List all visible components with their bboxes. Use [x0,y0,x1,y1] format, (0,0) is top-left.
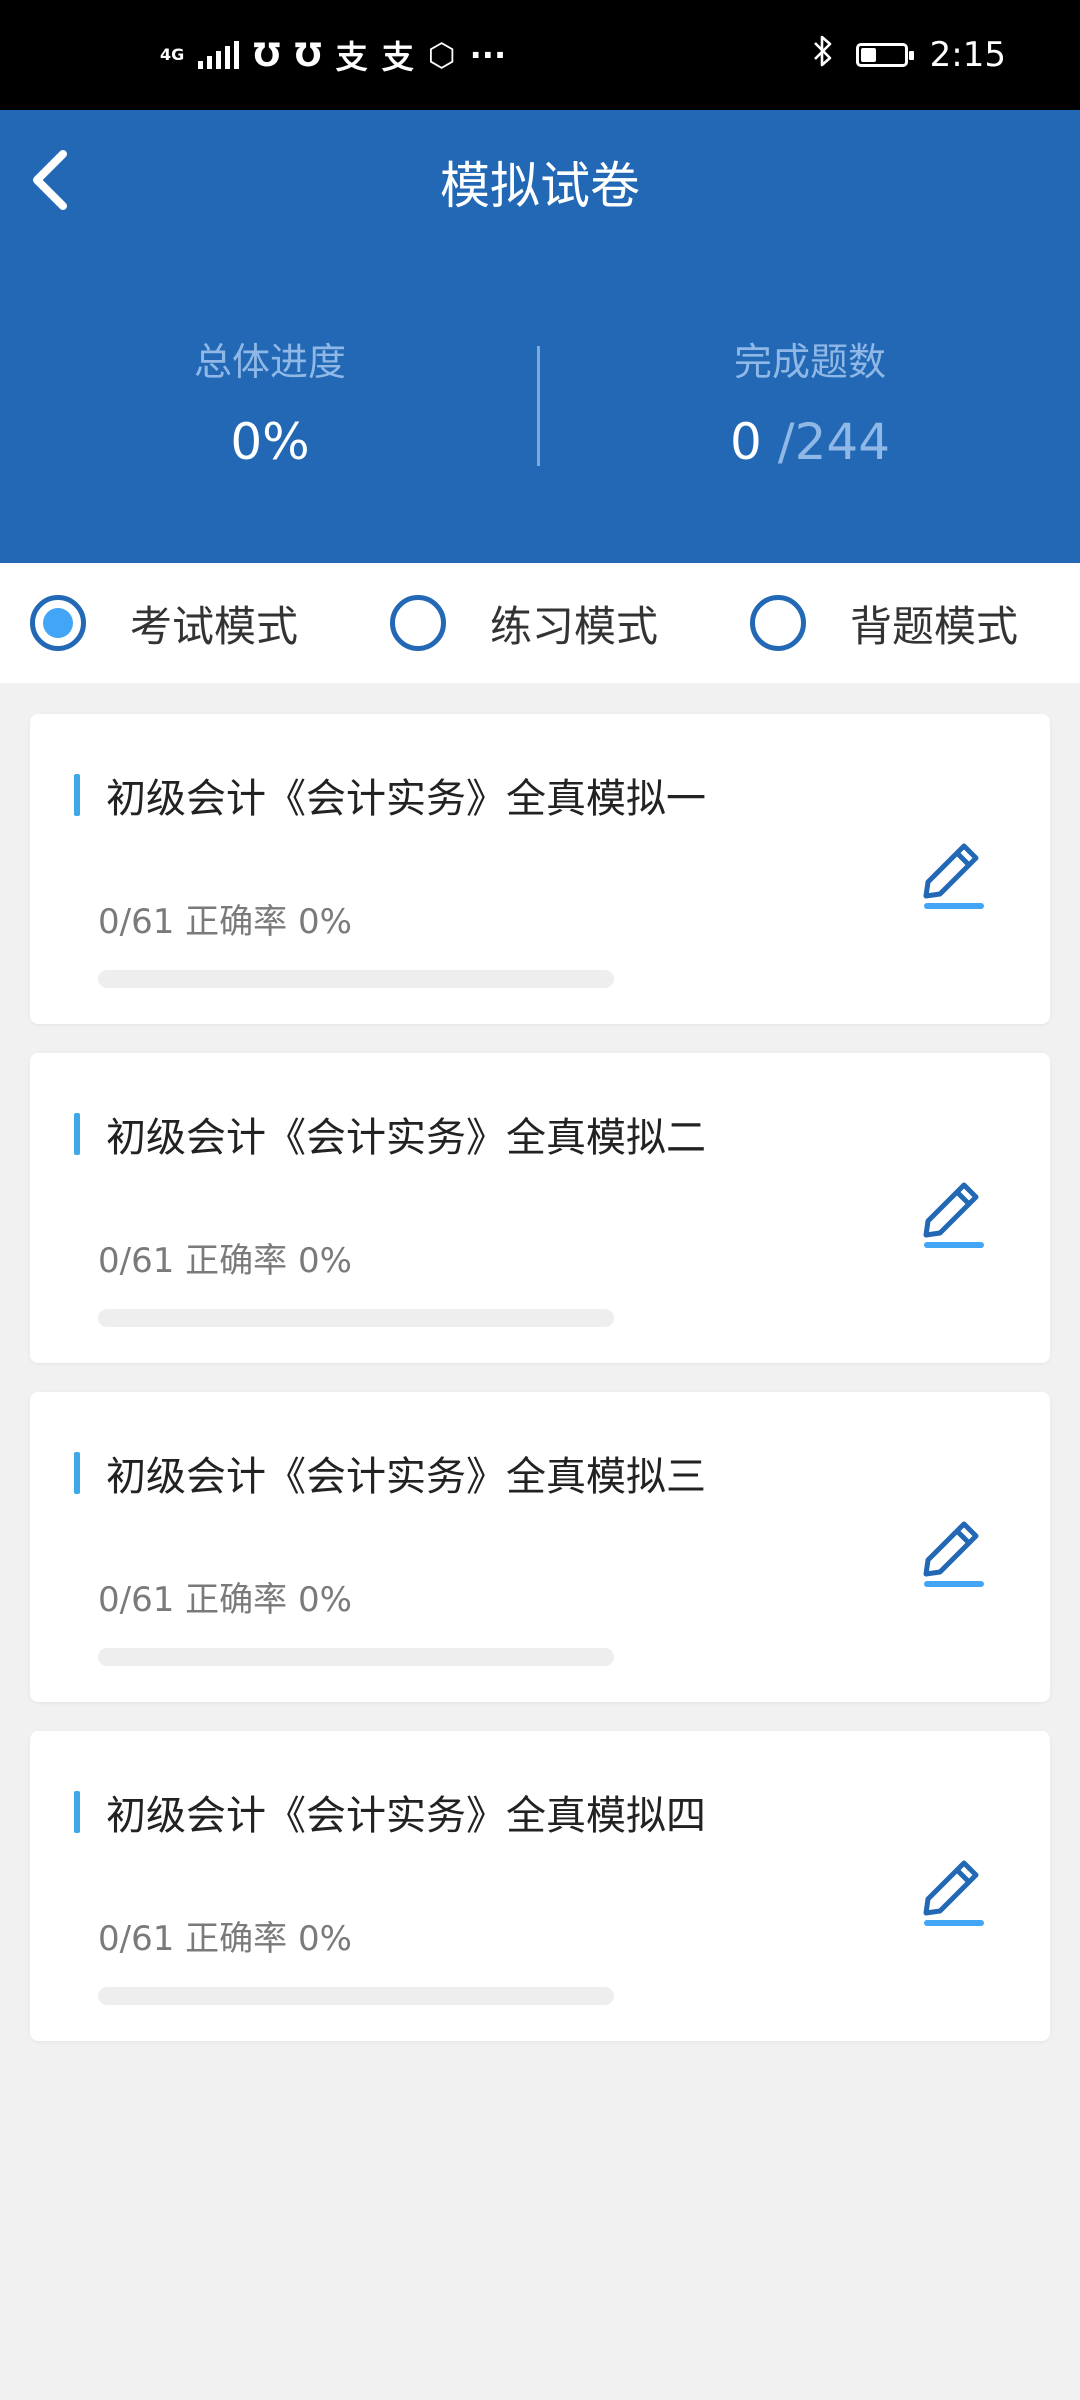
progress-bar [98,1309,614,1327]
pencil-icon [923,1182,984,1248]
paper-title: 初级会计《会计实务》全真模拟二 [106,1115,706,1161]
pencil-icon [923,1521,984,1587]
notification-icon: Ʊ [253,36,281,74]
battery-icon [855,43,914,67]
completed-total: /244 [777,413,890,471]
progress-bar [98,970,614,988]
paper-stats: 0/61 正确率 0% [98,902,352,942]
alipay-icon: 支 [335,38,368,76]
paper-card[interactable]: 初级会计《会计实务》全真模拟一 0/61 正确率 0% [30,714,1050,1024]
radio-button[interactable] [30,595,86,651]
status-bar: 4G Ʊ Ʊ 支 支 ⬡ ··· 2:15 [0,0,1080,110]
more-dots-icon: ··· [469,36,507,74]
edit-button[interactable] [910,1839,990,1929]
mode-practice[interactable]: 练习模式 [390,563,658,683]
edit-button[interactable] [910,1161,990,1251]
paper-card[interactable]: 初级会计《会计实务》全真模拟四 0/61 正确率 0% [30,1731,1050,2041]
network-type: 4G [160,45,185,64]
paper-stats: 0/61 正确率 0% [98,1919,352,1959]
notification-icon: Ʊ [294,36,322,74]
paper-title: 初级会计《会计实务》全真模拟一 [106,776,706,822]
progress-bar [98,1648,614,1666]
clock: 2:15 [929,35,1006,75]
title-accent-bar [74,774,80,816]
title-accent-bar [74,1113,80,1155]
overall-progress-value: 0% [230,413,310,471]
radio-button[interactable] [750,595,806,651]
edit-button[interactable] [910,822,990,912]
page-title: 模拟试卷 [440,157,640,215]
paper-title: 初级会计《会计实务》全真模拟三 [106,1454,706,1500]
paper-stats: 0/61 正确率 0% [98,1580,352,1620]
overall-progress-label: 总体进度 [193,340,346,384]
mode-selector: 考试模式 练习模式 背题模式 [0,563,1080,683]
paper-card[interactable]: 初级会计《会计实务》全真模拟二 0/61 正确率 0% [30,1053,1050,1363]
mode-label: 练习模式 [490,601,659,651]
header: 模拟试卷 总体进度 0% 完成题数 0 /244 [0,110,1080,563]
paper-card[interactable]: 初级会计《会计实务》全真模拟三 0/61 正确率 0% [30,1392,1050,1702]
edit-button[interactable] [910,1500,990,1590]
completed-count-value: 0 /244 [540,402,1080,482]
status-icons-right: 2:15 [812,0,1006,110]
mode-label: 背题模式 [850,601,1019,651]
completed-count-label: 完成题数 [733,340,886,384]
mode-memorize[interactable]: 背题模式 [750,563,1018,683]
pencil-icon [923,843,984,909]
radio-button[interactable] [390,595,446,651]
alipay-icon: 支 [381,38,414,76]
progress-bar [98,1987,614,2005]
completed-value: 0 [730,413,762,471]
mode-exam[interactable]: 考试模式 [30,563,298,683]
mode-label: 考试模式 [130,601,299,651]
overall-progress: 总体进度 0% [0,332,540,482]
title-accent-bar [74,1452,80,1494]
signal-icon [198,41,240,69]
paper-stats: 0/61 正确率 0% [98,1241,352,1281]
title-accent-bar [74,1791,80,1833]
status-icons-left: 4G Ʊ Ʊ 支 支 ⬡ ··· [160,0,506,110]
pencil-icon [923,1860,984,1926]
hand-icon: ⬡ [427,36,456,74]
paper-title: 初级会计《会计实务》全真模拟四 [106,1793,706,1839]
completed-count: 完成题数 0 /244 [540,332,1080,482]
bluetooth-icon [812,34,834,77]
